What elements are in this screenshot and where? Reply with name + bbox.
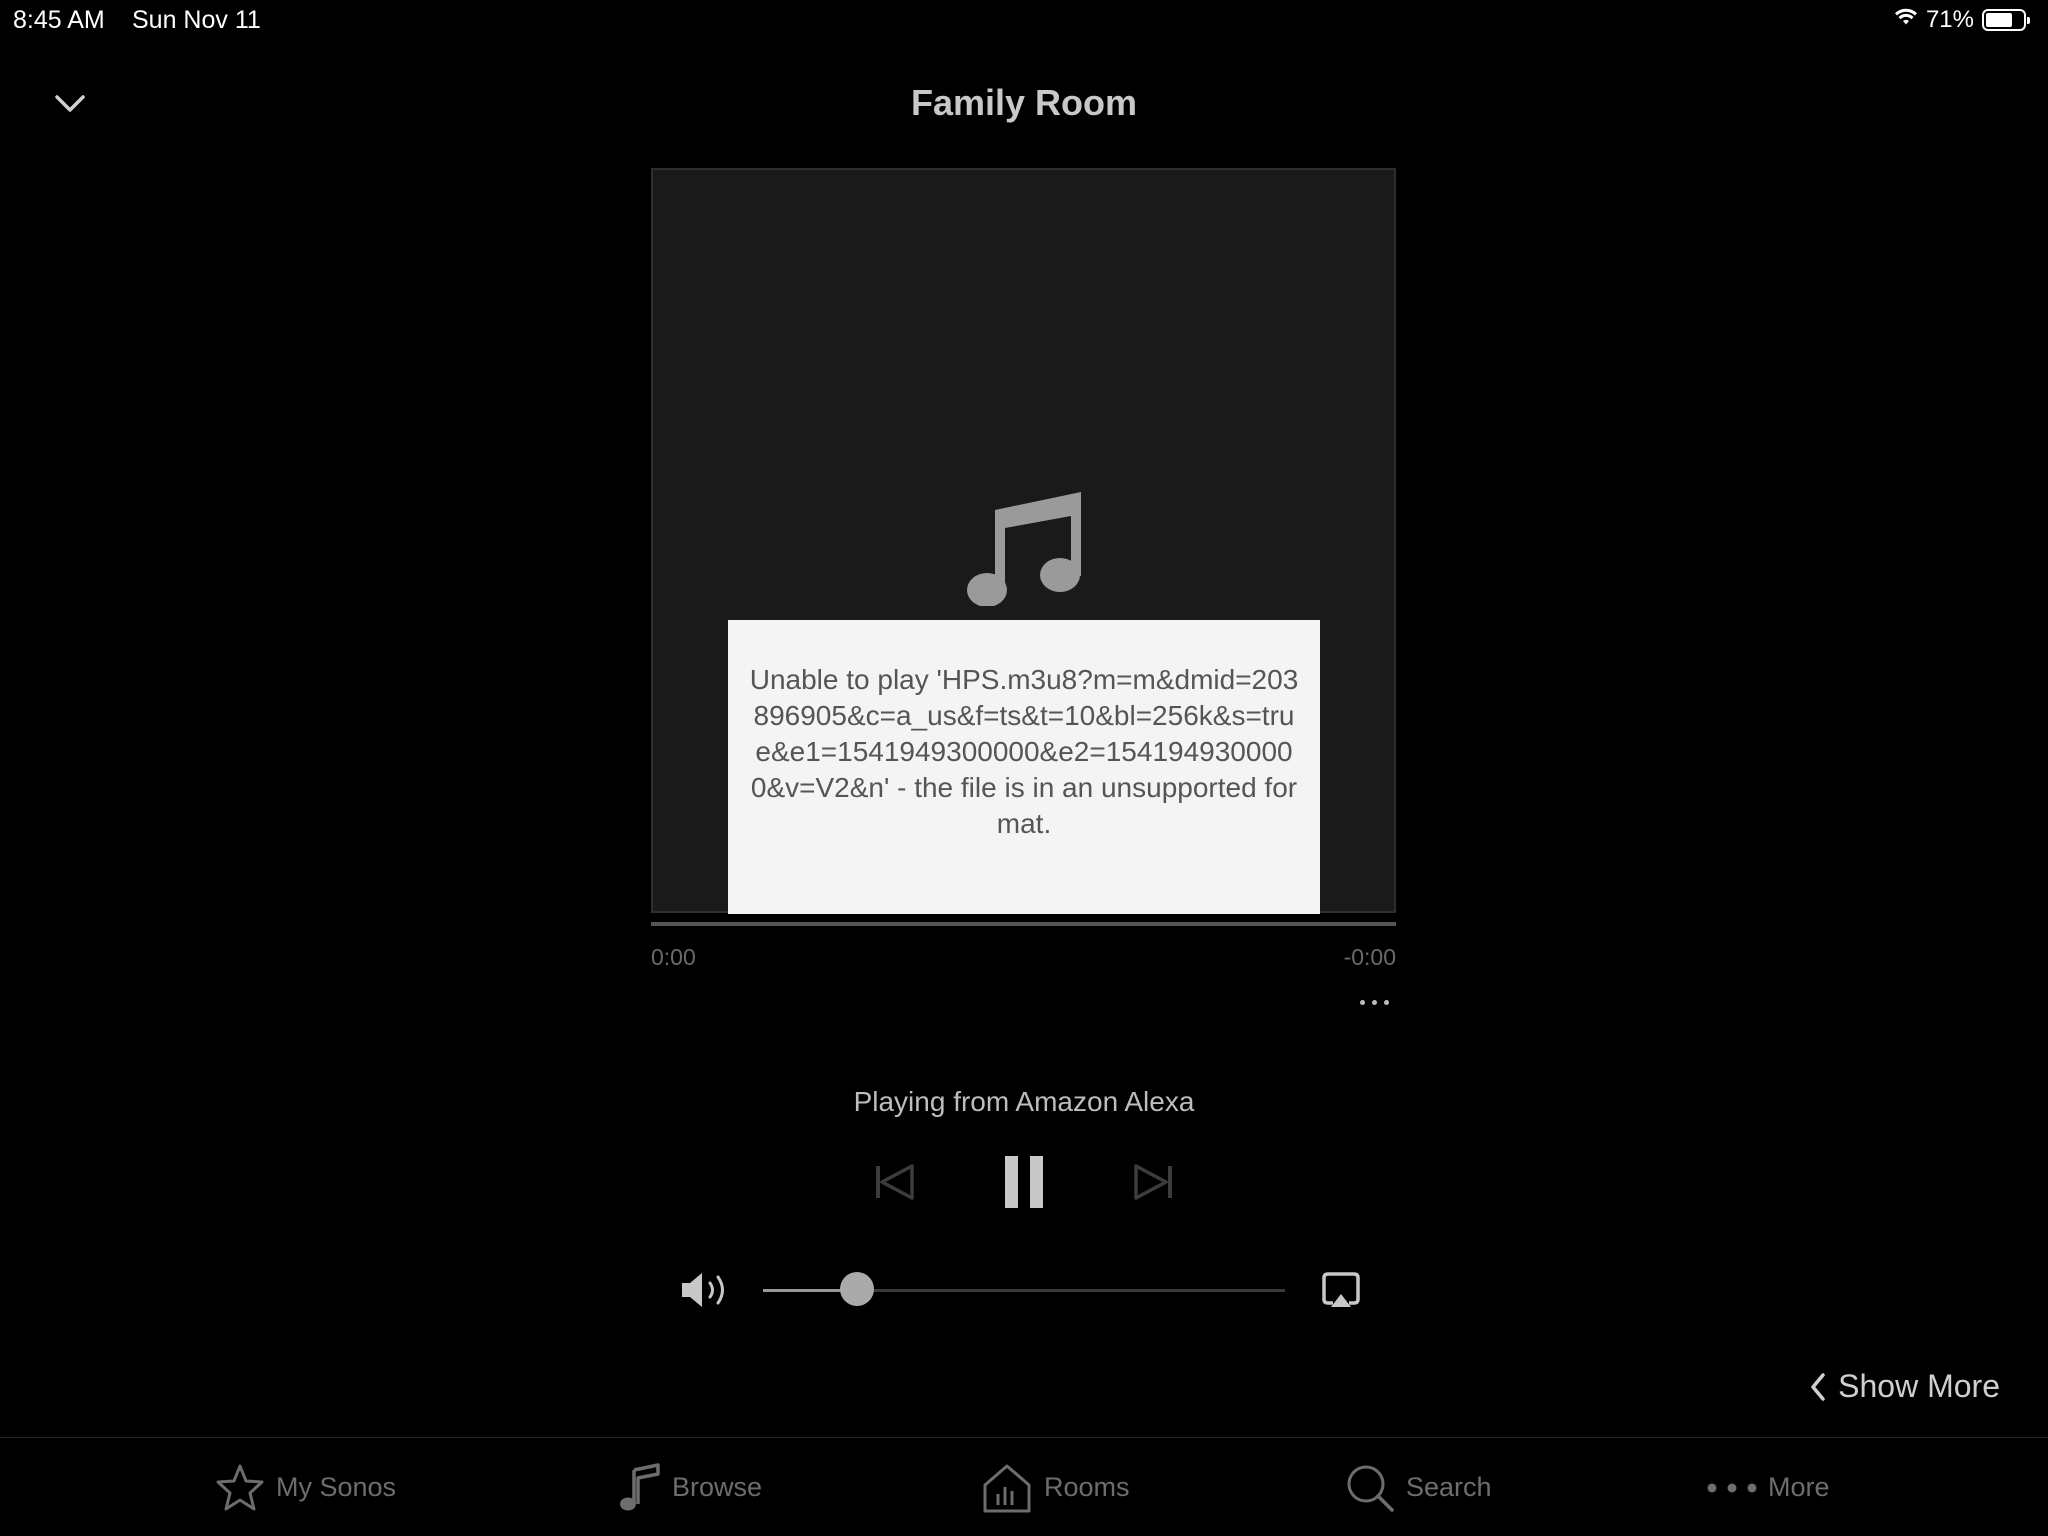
status-time: 8:45 AM [13,6,105,34]
volume-knob[interactable] [839,1272,874,1306]
time-elapsed: 0:00 [651,944,696,970]
music-note-icon [961,472,1083,611]
tab-label: Browse [672,1472,763,1502]
pause-icon [1005,1156,1043,1208]
previous-button[interactable] [872,1160,918,1204]
tab-search[interactable]: Search [1344,1438,1492,1536]
error-message: Unable to play 'HPS.m3u8?m=m&dmid=203896… [728,620,1320,914]
tab-my-sonos[interactable]: My Sonos [214,1438,396,1536]
battery-percent: 71% [1925,6,1974,33]
tab-label: Rooms [1044,1472,1130,1502]
tab-label: Search [1406,1472,1492,1502]
bottom-tab-bar: My Sonos Browse Rooms Search More [0,1437,2048,1536]
room-title: Family Room [910,82,1138,123]
status-date: Sun Nov 11 [132,6,261,34]
progress-track[interactable] [651,922,1396,926]
track-options-button[interactable] [1352,988,1396,1016]
search-icon [1347,1465,1394,1512]
music-note-icon [620,1462,660,1510]
tab-label: My Sonos [276,1472,397,1502]
tab-rooms[interactable]: Rooms [980,1438,1130,1536]
more-dots-icon [1707,1483,1757,1492]
house-icon [983,1464,1031,1512]
dot [1359,999,1365,1005]
show-more-button[interactable]: Show More [1810,1368,2000,1405]
dot [1371,999,1377,1005]
tab-more[interactable]: More [1706,1438,1830,1536]
status-indicators: 71% [1894,6,2030,34]
skip-forward-icon [1134,1164,1172,1200]
airplay-icon [1322,1272,1360,1307]
chevron-left-icon [1811,1372,1825,1401]
tab-browse[interactable]: Browse [616,1438,762,1536]
playing-source: Playing from Amazon Alexa [853,1086,1195,1117]
dot [1383,999,1389,1005]
tab-label: More [1768,1472,1830,1502]
pause-button[interactable] [998,1152,1050,1212]
time-remaining: -0:00 [1343,944,1396,970]
show-more-label: Show More [1838,1368,2000,1404]
speaker-icon[interactable] [678,1268,734,1317]
airplay-button[interactable] [1320,1270,1362,1317]
next-button[interactable] [1130,1160,1176,1204]
wifi-icon [1894,6,1918,34]
star-icon [216,1464,264,1510]
battery-icon [1982,9,2030,31]
skip-back-icon [876,1164,914,1200]
now-playing-screen: 8:45 AM Sun Nov 11 71% Family Room Unabl… [0,0,2048,1536]
